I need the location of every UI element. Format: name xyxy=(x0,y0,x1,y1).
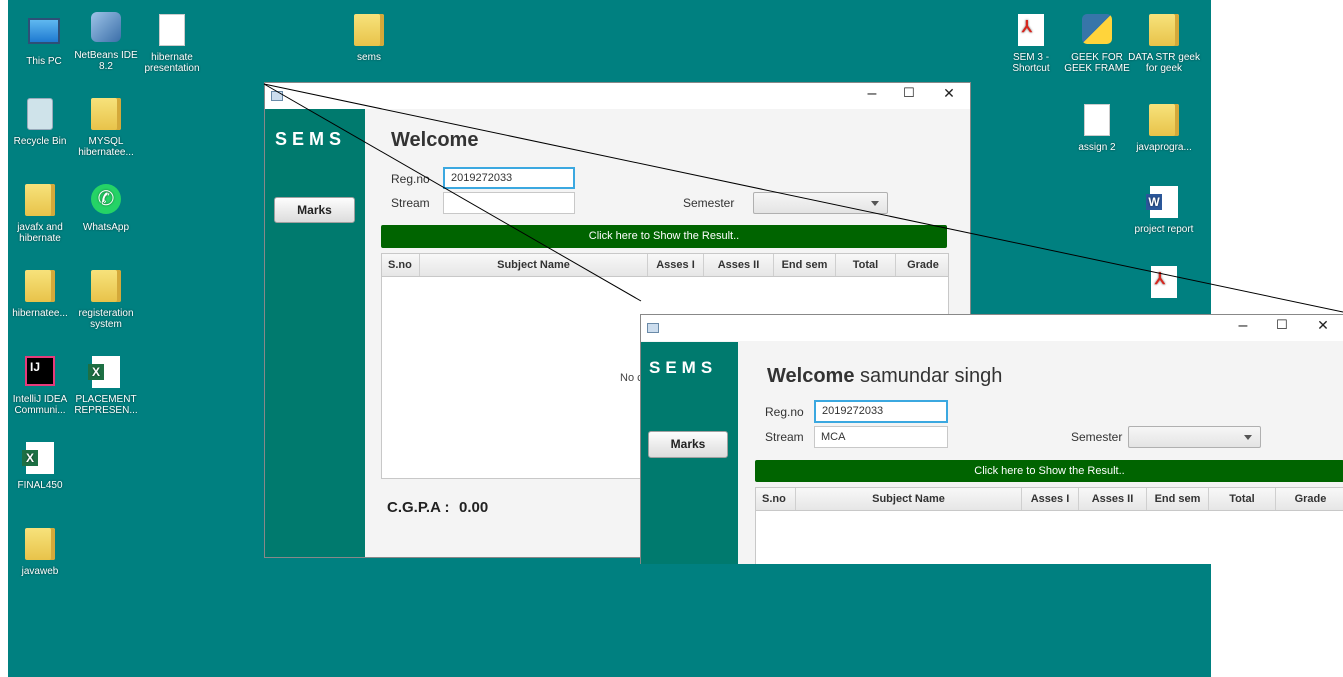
connector-line xyxy=(263,83,1343,313)
connector-line xyxy=(263,83,642,302)
zoom-connector-lines xyxy=(263,83,1343,313)
